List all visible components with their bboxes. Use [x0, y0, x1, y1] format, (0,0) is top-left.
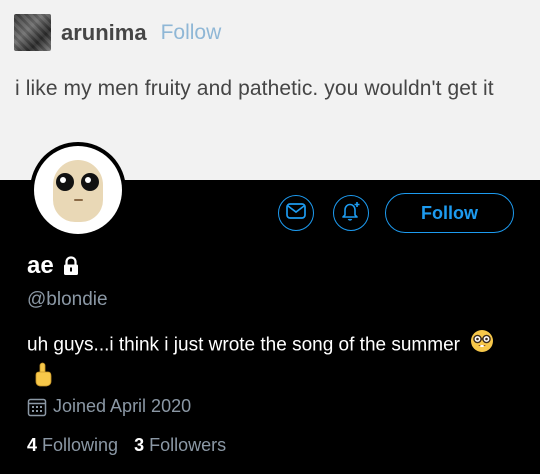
joined-text: Joined April 2020: [53, 396, 192, 416]
name-row: ae: [27, 252, 80, 280]
calendar-icon: [27, 397, 47, 417]
following-count: 4: [27, 435, 38, 455]
profile-avatar[interactable]: [30, 142, 126, 238]
follow-stats: 4 Following 3 Followers: [27, 435, 242, 456]
post-follow-link[interactable]: Follow: [161, 21, 222, 45]
post-header: arunima Follow: [14, 14, 221, 51]
follow-button[interactable]: Follow: [385, 193, 514, 233]
bell-plus-icon: [340, 200, 362, 227]
post-username[interactable]: arunima: [61, 20, 147, 46]
lock-icon: [62, 256, 80, 276]
post-avatar[interactable]: [14, 14, 51, 51]
pou-avatar-image: [34, 146, 122, 234]
following-stat[interactable]: 4 Following: [27, 435, 118, 456]
display-name: ae: [27, 252, 54, 279]
message-button[interactable]: [278, 195, 314, 231]
pointing-up-emoji: [32, 362, 54, 397]
mail-icon: [286, 202, 306, 224]
notifications-button[interactable]: [333, 195, 369, 231]
post-text: i like my men fruity and pathetic. you w…: [15, 77, 494, 100]
profile-handle: @blondie: [27, 289, 108, 310]
followers-count: 3: [134, 435, 145, 455]
joined-date: Joined April 2020: [27, 396, 191, 417]
nerd-face-emoji: [470, 329, 494, 362]
profile-bio: uh guys...i think i just wrote the song …: [27, 329, 507, 397]
bio-text: uh guys...i think i just wrote the song …: [27, 334, 460, 356]
following-label: Following: [42, 435, 119, 455]
followers-label: Followers: [149, 435, 227, 455]
followers-stat[interactable]: 3 Followers: [134, 435, 226, 456]
